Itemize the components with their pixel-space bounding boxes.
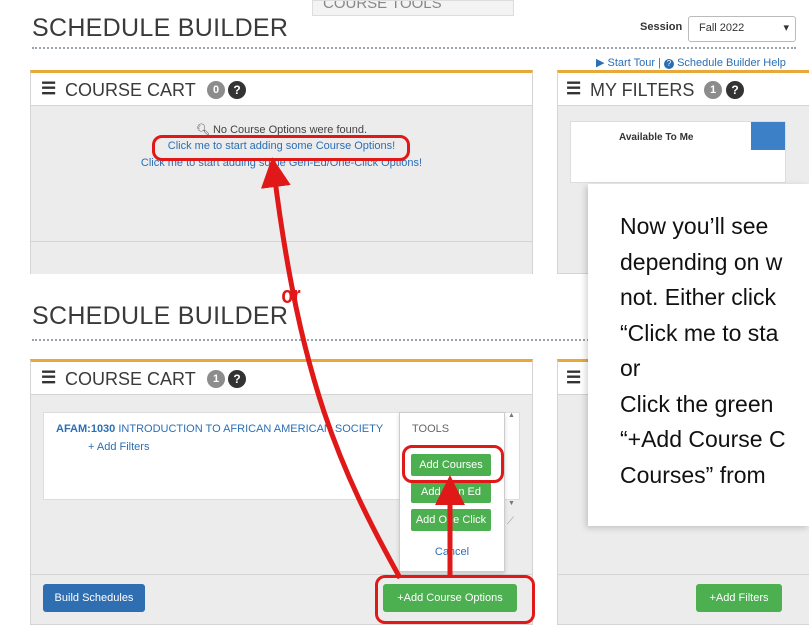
annotation-arrows <box>260 157 465 580</box>
arrow-to-link <box>260 157 403 580</box>
or-label: or <box>281 282 301 309</box>
